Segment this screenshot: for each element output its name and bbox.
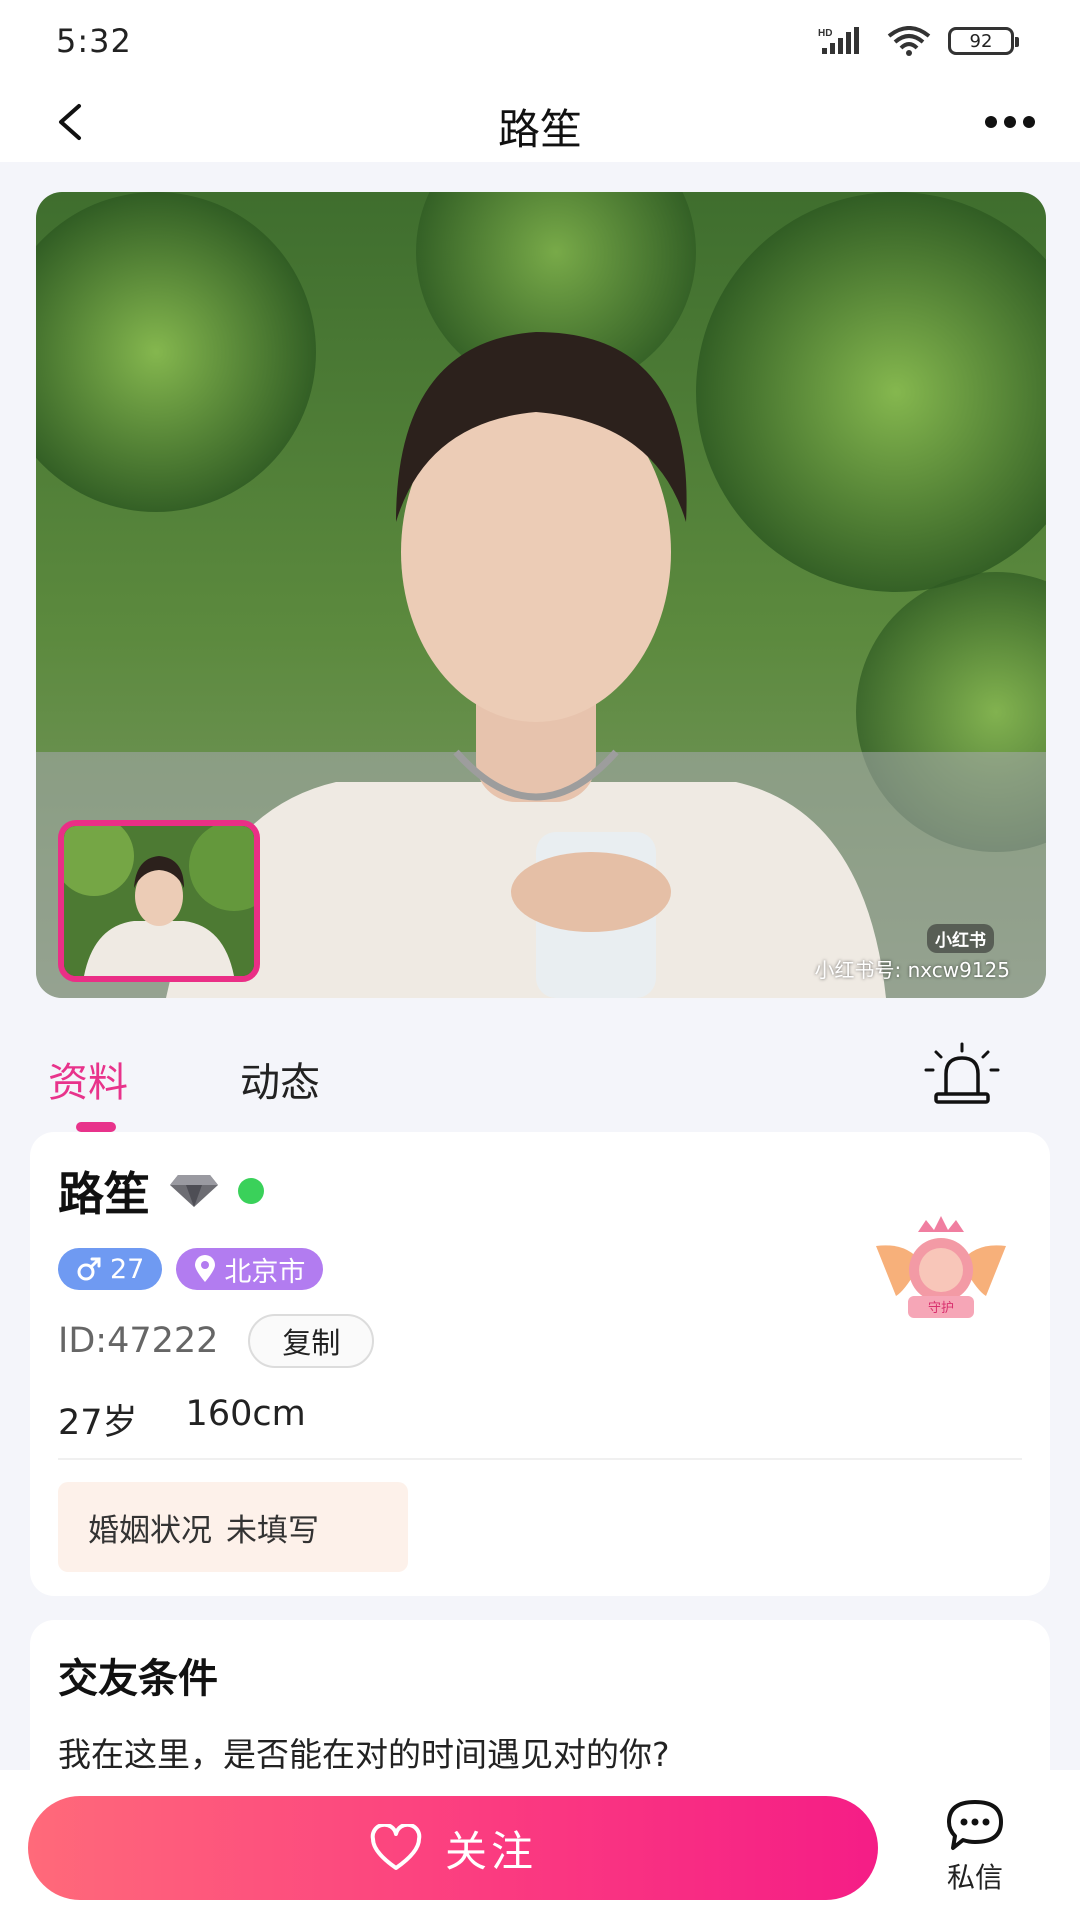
bottom-action-bar: 关注 私信 (0, 1770, 1080, 1920)
diamond-vip-icon (170, 1175, 218, 1207)
location-pin-icon (195, 1255, 216, 1282)
photo-thumbnail[interactable] (58, 820, 260, 982)
user-id: ID:47222 (58, 1321, 219, 1361)
copy-id-button[interactable]: 复制 (248, 1314, 375, 1368)
marital-value: 未填写 (226, 1512, 319, 1549)
online-status-dot (238, 1178, 264, 1204)
cellular-signal-icon: HD (818, 27, 859, 54)
conditions-text: 我在这里，是否能在对的时间遇见对的你? (58, 1735, 670, 1774)
marital-label: 婚姻状况 (88, 1512, 212, 1549)
stats-row: 27岁 160cm (58, 1394, 306, 1445)
status-time: 5:32 (56, 22, 132, 60)
id-row: ID:47222 复制 (58, 1314, 375, 1368)
report-button[interactable] (922, 1040, 1002, 1108)
name-row: 路笙 (58, 1158, 264, 1224)
thumbnail-image (64, 826, 254, 976)
status-icons: HD 92 (818, 24, 1019, 58)
profile-tabs: 资料 动态 (0, 1040, 1080, 1132)
alarm-bell-icon (924, 1042, 1000, 1104)
chat-bubble-icon (947, 1800, 1003, 1850)
heart-icon (370, 1824, 422, 1870)
page-title: 路笙 (497, 105, 582, 154)
height-text: 160cm (185, 1394, 306, 1434)
direct-message-button[interactable]: 私信 (920, 1798, 1030, 1908)
status-bar: 5:32 HD 92 (0, 0, 1080, 80)
nav-bar: 路笙 (0, 80, 1080, 162)
network-label: HD (818, 28, 832, 39)
marital-status-box: 婚姻状况 未填写 (58, 1482, 408, 1572)
location-badge: 北京市 (176, 1248, 324, 1290)
battery-indicator: 92 (948, 27, 1019, 55)
follow-label: 关注 (444, 1826, 537, 1876)
watermark-badge: 小红书 (927, 924, 994, 953)
more-dots-icon (985, 116, 1035, 128)
guard-crown-wings-icon: 守护 (876, 1216, 1006, 1318)
age-value: 27 (110, 1253, 145, 1285)
guard-label: 守护 (928, 1301, 954, 1316)
follow-button[interactable]: 关注 (28, 1796, 878, 1900)
profile-name: 路笙 (58, 1167, 150, 1221)
more-button[interactable] (978, 94, 1042, 150)
age-text: 27岁 (58, 1403, 138, 1443)
divider (58, 1458, 1022, 1460)
wifi-icon (887, 26, 931, 56)
location-value: 北京市 (224, 1256, 306, 1288)
male-icon (77, 1257, 101, 1281)
photo-watermark: 小红书号: nxcw9125 (814, 958, 1010, 982)
tab-moments[interactable]: 动态 (240, 1050, 320, 1108)
active-tab-indicator (76, 1122, 116, 1132)
guard-badge[interactable]: 守护 (866, 1212, 1016, 1332)
gender-age-badge: 27 (58, 1248, 163, 1290)
tab-profile[interactable]: 资料 (48, 1050, 128, 1108)
profile-info-card: 路笙 27 北京市 ID:47222 复制 27岁 160cm 婚姻状况 未填写… (30, 1132, 1050, 1596)
battery-level: 92 (969, 30, 993, 52)
dm-label: 私信 (946, 1861, 1003, 1894)
badge-row: 27 北京市 (58, 1248, 324, 1290)
conditions-title: 交友条件 (58, 1656, 218, 1702)
